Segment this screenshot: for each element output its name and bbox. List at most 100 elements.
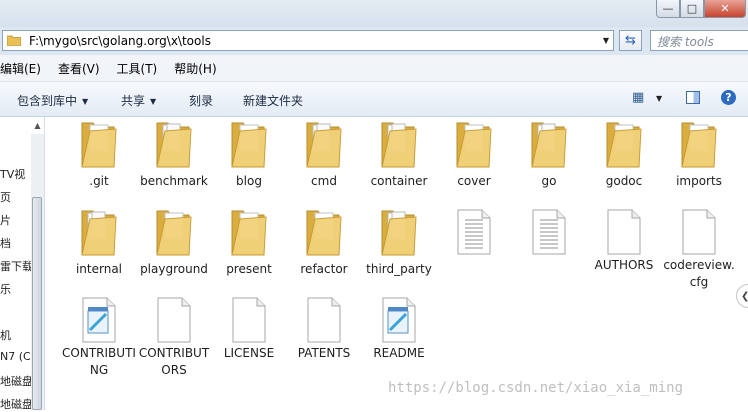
watermark: https://blog.csdn.net/xiao_xia_ming [388, 380, 684, 396]
refresh-button[interactable]: ⇆ [619, 30, 642, 51]
preview-pane-icon[interactable] [686, 91, 700, 104]
folder-item[interactable]: container [361, 121, 437, 190]
item-label: blog [236, 174, 262, 188]
file-item[interactable]: README [361, 297, 437, 362]
folder-item[interactable]: internal [61, 209, 137, 278]
window-controls: — □ ✕ [656, 0, 746, 18]
menu-edit[interactable]: 编辑(E) [0, 60, 41, 77]
folder-icon [381, 210, 417, 256]
close-button[interactable]: ✕ [704, 0, 746, 18]
folder-icon [156, 122, 192, 168]
folder-icon [81, 122, 117, 168]
file-list: .git benchmark blog cmd container cover go godo… [45, 117, 748, 410]
item-label: README [373, 346, 425, 360]
folder-icon [456, 122, 492, 168]
file-item[interactable] [511, 209, 587, 257]
item-label: AUTHORS [594, 258, 654, 272]
maximize-button[interactable]: □ [680, 0, 704, 18]
share-button[interactable]: 共享 ▼ [121, 92, 156, 109]
nav-item[interactable]: 机 [0, 327, 11, 343]
nav-item[interactable]: 乐 [0, 281, 11, 297]
help-icon[interactable]: ? [721, 90, 736, 105]
view-dropdown-icon[interactable]: ▼ [656, 94, 662, 103]
file-item[interactable]: LICENSE [211, 297, 287, 362]
item-label: third_party [366, 262, 432, 276]
search-input[interactable]: 搜索 tools [650, 30, 748, 51]
folder-icon [231, 210, 267, 256]
file-icon [232, 297, 266, 343]
file-icon [532, 209, 566, 255]
address-bar[interactable]: F:\mygo\src\golang.org\x\tools ▼ [2, 30, 614, 51]
folder-icon [7, 35, 21, 46]
file-icon [607, 209, 641, 255]
folder-item[interactable]: playground [136, 209, 212, 278]
item-label: imports [676, 174, 722, 188]
nav-item[interactable]: TV视 [0, 166, 25, 182]
chevron-down-icon: ▼ [82, 97, 89, 106]
file-icon [382, 297, 416, 343]
file-item[interactable] [436, 209, 512, 257]
file-item[interactable]: CONTRIBUTING [61, 297, 137, 379]
folder-icon [81, 210, 117, 256]
folder-item[interactable]: present [211, 209, 287, 278]
folder-item[interactable]: benchmark [136, 121, 212, 190]
file-icon [157, 297, 191, 343]
file-item[interactable]: PATENTS [286, 297, 362, 362]
folder-item[interactable]: godoc [586, 121, 662, 190]
folder-icon [531, 122, 567, 168]
folder-item[interactable]: refactor [286, 209, 362, 278]
menu-bar: 编辑(E) 查看(V) 工具(T) 帮助(H) [0, 55, 748, 82]
address-dropdown-icon[interactable]: ▼ [599, 31, 613, 50]
nav-item[interactable]: 片 [0, 212, 11, 228]
file-icon [682, 209, 716, 255]
folder-item[interactable]: .git [61, 121, 137, 190]
item-label: .git [89, 174, 109, 188]
folder-icon [381, 122, 417, 168]
folder-item[interactable]: blog [211, 121, 287, 190]
menu-view[interactable]: 查看(V) [58, 60, 100, 77]
include-in-library-button[interactable]: 包含到库中 ▼ [17, 92, 88, 109]
folder-item[interactable]: cmd [286, 121, 362, 190]
item-label: go [541, 174, 557, 188]
folder-icon [306, 122, 342, 168]
share-label: 共享 [121, 94, 146, 108]
nav-scrollbar-thumb[interactable] [32, 197, 42, 410]
item-label: CONTRIBUTING [62, 346, 136, 377]
item-label: PATENTS [297, 346, 351, 360]
nav-scrollbar[interactable] [31, 134, 44, 410]
scroll-up-icon[interactable]: ▲ [31, 117, 44, 134]
item-label: cover [457, 174, 491, 188]
title-bar: — □ ✕ [0, 0, 748, 27]
menu-help[interactable]: 帮助(H) [174, 60, 216, 77]
folder-icon [231, 122, 267, 168]
file-item[interactable]: codereview.cfg [661, 209, 737, 291]
folder-item[interactable]: third_party [361, 209, 437, 278]
file-item[interactable]: CONTRIBUTORS [136, 297, 212, 379]
chevron-down-icon: ▼ [150, 97, 157, 106]
new-folder-button[interactable]: 新建文件夹 [243, 92, 303, 109]
menu-tools[interactable]: 工具(T) [117, 60, 158, 77]
burn-button[interactable]: 刻录 [189, 92, 213, 109]
folder-item[interactable]: imports [661, 121, 737, 190]
item-label: LICENSE [223, 346, 275, 360]
file-icon [82, 297, 116, 343]
folder-icon [606, 122, 642, 168]
folder-icon [306, 210, 342, 256]
view-options-icon[interactable]: ▦ [632, 90, 644, 105]
address-path: F:\mygo\src\golang.org\x\tools [29, 33, 211, 48]
nav-item[interactable]: 档 [0, 235, 11, 251]
file-icon [307, 297, 341, 343]
folder-item[interactable]: cover [436, 121, 512, 190]
file-icon [457, 209, 491, 255]
nav-item[interactable]: N7 (C [0, 350, 31, 363]
navigation-pane: TV视 页 片 档 雷下载 乐 机 N7 (C 地磁盘 地磁盘 ▲ [0, 117, 45, 411]
nav-item[interactable]: 地磁盘 [0, 373, 33, 389]
address-row: F:\mygo\src\golang.org\x\tools ▼ ⇆ 搜索 to… [0, 27, 748, 55]
nav-item[interactable]: 页 [0, 189, 11, 205]
file-item[interactable]: AUTHORS [586, 209, 662, 274]
item-label: refactor [300, 262, 348, 276]
folder-item[interactable]: go [511, 121, 587, 190]
folder-icon [156, 210, 192, 256]
nav-item[interactable]: 雷下载 [0, 258, 33, 274]
minimize-button[interactable]: — [656, 0, 680, 18]
